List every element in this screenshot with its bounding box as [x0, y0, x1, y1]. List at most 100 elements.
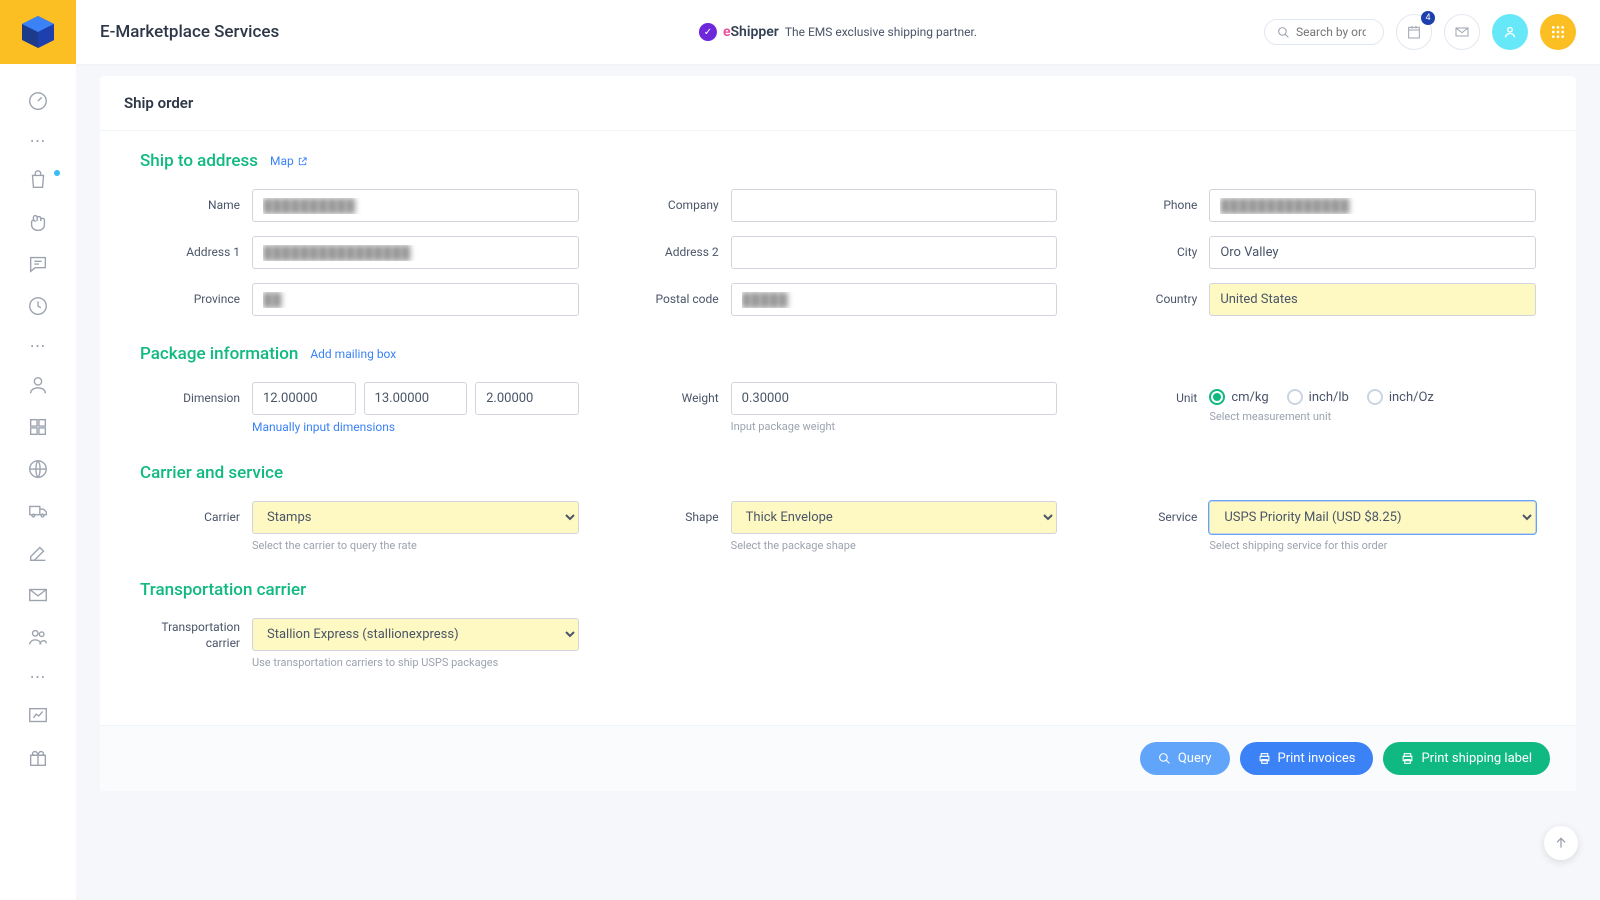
address1-field[interactable]: [252, 236, 579, 269]
weight-help: Input package weight: [731, 420, 1058, 433]
arrow-up-icon: [1553, 835, 1569, 851]
sidebar-edit[interactable]: [26, 541, 50, 565]
dim2-field[interactable]: [364, 382, 468, 415]
gauge-icon: [27, 90, 49, 112]
transport-label: Transportation carrier: [140, 618, 240, 651]
ship-order-card: Ship order Ship to address Map Name Comp…: [100, 76, 1576, 791]
mail-icon: [1454, 24, 1470, 40]
search-input[interactable]: [1296, 25, 1366, 39]
phone-label: Phone: [1097, 189, 1197, 212]
truck-icon: [27, 500, 49, 522]
country-field[interactable]: [1209, 283, 1536, 316]
notifications-button[interactable]: [1396, 14, 1432, 50]
province-label: Province: [140, 283, 240, 306]
avatar-button[interactable]: [1492, 14, 1528, 50]
service-help: Select shipping service for this order: [1209, 539, 1536, 552]
logo[interactable]: [0, 0, 76, 64]
phone-field[interactable]: [1209, 189, 1536, 222]
chat-icon: [27, 253, 49, 275]
weight-field[interactable]: [731, 382, 1058, 415]
print-label-button[interactable]: Print shipping label: [1383, 742, 1550, 775]
clock-icon: [27, 295, 49, 317]
sidebar-mail[interactable]: [26, 583, 50, 607]
partner-logo-icon: ✓: [699, 23, 717, 41]
radio-icon: [1287, 389, 1303, 405]
company-field[interactable]: [731, 189, 1058, 222]
edit-icon: [27, 542, 49, 564]
partner-info: ✓ eShipper The EMS exclusive shipping pa…: [699, 23, 977, 41]
map-link[interactable]: Map: [270, 154, 308, 168]
external-link-icon: [297, 156, 308, 167]
hand-icon: [27, 211, 49, 233]
sidebar-customers[interactable]: [26, 625, 50, 649]
dim3-field[interactable]: [475, 382, 579, 415]
name-label: Name: [140, 189, 240, 212]
postal-field[interactable]: [731, 283, 1058, 316]
search-icon: [1158, 752, 1171, 765]
country-label: Country: [1097, 283, 1197, 306]
carrier-section-title: Carrier and service: [140, 463, 1536, 483]
sidebar-products[interactable]: [26, 210, 50, 234]
search-input-wrap[interactable]: [1264, 19, 1384, 45]
print-invoices-button[interactable]: Print invoices: [1240, 742, 1374, 775]
address1-label: Address 1: [140, 236, 240, 259]
carrier-select[interactable]: Stamps: [252, 501, 579, 534]
sidebar-analytics[interactable]: [26, 704, 50, 728]
sidebar-account[interactable]: [26, 373, 50, 397]
transport-help: Use transportation carriers to ship USPS…: [252, 656, 579, 669]
sidebar-divider-3: ⋯: [30, 667, 47, 686]
dimension-label: Dimension: [140, 382, 240, 405]
apps-icon: [1550, 24, 1566, 40]
sidebar-shipping[interactable]: [26, 499, 50, 523]
sidebar-orders[interactable]: [26, 168, 50, 192]
package-section-title: Package information Add mailing box: [140, 344, 1536, 364]
province-field[interactable]: [252, 283, 579, 316]
address2-field[interactable]: [731, 236, 1058, 269]
sidebar-inventory[interactable]: [26, 415, 50, 439]
service-label: Service: [1097, 501, 1197, 524]
unit-inchoz[interactable]: inch/Oz: [1367, 389, 1434, 405]
print-icon: [1401, 752, 1414, 765]
logo-cube-icon: [18, 12, 58, 52]
sidebar: ⋯ ⋯ ⋯: [0, 0, 76, 900]
name-field[interactable]: [252, 189, 579, 222]
service-select[interactable]: USPS Priority Mail (USD $8.25): [1209, 501, 1536, 534]
gift-icon: [27, 747, 49, 769]
header: E-Marketplace Services ✓ eShipper The EM…: [76, 0, 1600, 64]
partner-name: eShipper: [723, 24, 779, 40]
sidebar-gift[interactable]: [26, 746, 50, 770]
shape-select[interactable]: Thick Envelope: [731, 501, 1058, 534]
shape-label: Shape: [619, 501, 719, 524]
sidebar-messages[interactable]: [26, 252, 50, 276]
partner-tagline: The EMS exclusive shipping partner.: [785, 25, 977, 39]
sidebar-divider-2: ⋯: [30, 336, 47, 355]
dim1-field[interactable]: [252, 382, 356, 415]
scroll-top-button[interactable]: [1544, 826, 1578, 860]
users-icon: [27, 626, 49, 648]
unit-cmkg[interactable]: cm/kg: [1209, 389, 1268, 405]
weight-label: Weight: [619, 382, 719, 405]
bag-icon: [27, 169, 49, 191]
card-title: Ship order: [100, 76, 1576, 131]
transport-select[interactable]: Stallion Express (stallionexpress): [252, 618, 579, 651]
city-field[interactable]: [1209, 236, 1536, 269]
avatar-icon: [1501, 23, 1519, 41]
apps-button[interactable]: [1540, 14, 1576, 50]
unit-label: Unit: [1097, 382, 1197, 405]
dimensions-help-link[interactable]: Manually input dimensions: [252, 420, 395, 434]
sidebar-global[interactable]: [26, 457, 50, 481]
mail-button[interactable]: [1444, 14, 1480, 50]
sidebar-divider: ⋯: [30, 131, 47, 150]
carrier-help: Select the carrier to query the rate: [252, 539, 579, 552]
add-mailing-box-link[interactable]: Add mailing box: [310, 347, 396, 361]
print-icon: [1258, 752, 1271, 765]
unit-inchlb[interactable]: inch/lb: [1287, 389, 1349, 405]
user-icon: [27, 374, 49, 396]
ship-to-section-title: Ship to address Map: [140, 151, 1536, 171]
sidebar-dashboard[interactable]: [26, 89, 50, 113]
main-content: Ship order Ship to address Map Name Comp…: [76, 0, 1600, 815]
radio-icon: [1367, 389, 1383, 405]
sidebar-history[interactable]: [26, 294, 50, 318]
radio-icon: [1209, 389, 1225, 405]
query-button[interactable]: Query: [1140, 742, 1230, 775]
